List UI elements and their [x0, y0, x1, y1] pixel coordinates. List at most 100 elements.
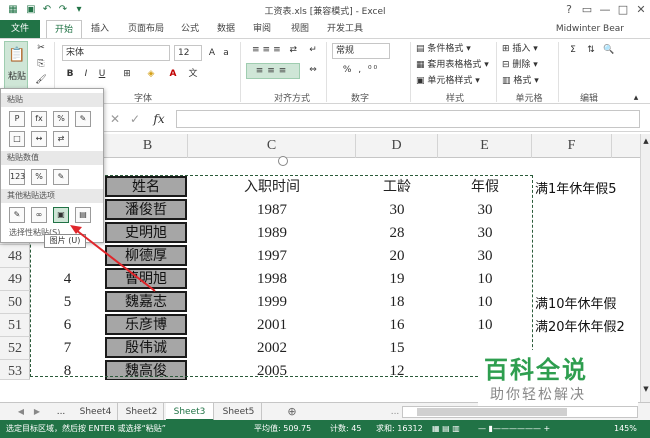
- minimize-button[interactable]: —: [596, 2, 614, 17]
- insert-cells-button[interactable]: ⊞ 插入 ▾: [502, 42, 538, 56]
- scroll-up-icon[interactable]: ▲: [641, 134, 650, 148]
- italic-icon[interactable]: I: [80, 67, 92, 81]
- insert-function-icon[interactable]: fx: [150, 112, 168, 126]
- tab-file[interactable]: 文件: [0, 20, 40, 38]
- paste-no-borders-icon[interactable]: □: [9, 131, 25, 147]
- row-header[interactable]: 53: [0, 360, 30, 380]
- collapse-ribbon-icon[interactable]: ▴: [630, 91, 642, 105]
- user-name[interactable]: Midwinter Bear: [556, 24, 624, 34]
- row-header[interactable]: 51: [0, 314, 30, 337]
- sum-icon[interactable]: Σ: [566, 43, 580, 57]
- note-cell[interactable]: 满10年休年假: [535, 293, 617, 312]
- sheet-tab-sheet3[interactable]: Sheet3: [166, 403, 214, 421]
- row-header[interactable]: 49: [0, 268, 30, 291]
- column-header-e[interactable]: E: [438, 134, 532, 158]
- column-header-f[interactable]: F: [532, 134, 612, 158]
- paste-picture-icon[interactable]: ▣: [53, 207, 69, 223]
- number-format-icons[interactable]: % , ⁰⁰: [334, 63, 388, 77]
- row-header[interactable]: 48: [0, 245, 30, 268]
- sheet-tab-sheet2[interactable]: Sheet2: [120, 403, 164, 421]
- border-icon[interactable]: ⊞: [120, 67, 134, 81]
- scroll-thumb[interactable]: [417, 408, 567, 416]
- increase-font-icon[interactable]: A: [206, 46, 218, 60]
- formula-input[interactable]: [176, 110, 640, 128]
- view-buttons[interactable]: ▦ ▤ ▥: [432, 420, 460, 438]
- close-button[interactable]: ✕: [632, 2, 650, 17]
- zoom-level[interactable]: 145%: [614, 420, 637, 438]
- paste-values-format-icon[interactable]: %: [31, 169, 47, 185]
- paste-link-icon[interactable]: ∞: [31, 207, 47, 223]
- vertical-scrollbar[interactable]: ▲ ▼: [640, 134, 650, 402]
- font-size-select[interactable]: 12: [174, 45, 202, 61]
- picture-tooltip: 图片 (U): [44, 234, 86, 248]
- paste-values-icon[interactable]: 123: [9, 169, 25, 185]
- paste-formulas-icon[interactable]: fx: [31, 111, 47, 127]
- column-header-c[interactable]: C: [188, 134, 356, 158]
- more-sheets-left[interactable]: ...: [54, 405, 68, 419]
- note-cell[interactable]: 满1年休年假5: [535, 178, 617, 197]
- editing-group-label: 编辑: [579, 94, 598, 104]
- font-name-select[interactable]: 宋体: [62, 45, 170, 61]
- cell-styles-button[interactable]: ▣ 单元格样式 ▾: [416, 74, 480, 88]
- next-sheet-icon[interactable]: ▶: [32, 405, 42, 419]
- row-header[interactable]: 52: [0, 337, 30, 360]
- phonetic-icon[interactable]: 文: [186, 67, 200, 81]
- decrease-font-icon[interactable]: a: [220, 46, 232, 60]
- more-sheets-right[interactable]: ...: [388, 405, 402, 419]
- scroll-down-icon[interactable]: ▼: [641, 382, 650, 396]
- paste-keep-source-icon[interactable]: ✎: [75, 111, 91, 127]
- sheet-tab-sheet4[interactable]: Sheet4: [74, 403, 118, 421]
- paste-transpose-icon[interactable]: ⇄: [53, 131, 69, 147]
- rotate-handle[interactable]: [278, 156, 288, 166]
- tab-data[interactable]: 数据: [210, 20, 242, 38]
- paste-icon[interactable]: P: [9, 111, 25, 127]
- paste-formula-format-icon[interactable]: %: [53, 111, 69, 127]
- copy-icon[interactable]: ⎘: [34, 57, 48, 71]
- column-header-b[interactable]: B: [108, 134, 188, 158]
- note-cell[interactable]: 满20年休年假2: [535, 316, 625, 335]
- align-top-icons[interactable]: ≡≡≡ ⇄: [246, 43, 306, 57]
- format-as-table-button[interactable]: ▦ 套用表格格式 ▾: [416, 58, 489, 72]
- column-header-d[interactable]: D: [356, 134, 438, 158]
- font-color-icon[interactable]: A: [166, 67, 180, 81]
- cancel-icon[interactable]: ✕: [108, 112, 122, 126]
- delete-cells-button[interactable]: ⊟ 删除 ▾: [502, 58, 538, 72]
- horizontal-scrollbar[interactable]: [402, 406, 638, 418]
- tab-developer[interactable]: 开发工具: [324, 20, 366, 38]
- add-sheet-icon[interactable]: ⊕: [284, 405, 300, 419]
- paste-values-source-icon[interactable]: ✎: [53, 169, 69, 185]
- tab-home[interactable]: 开始: [46, 20, 82, 38]
- row-header[interactable]: 50: [0, 291, 30, 314]
- paste-formatting-icon[interactable]: ✎: [9, 207, 25, 223]
- help-button[interactable]: ?: [560, 2, 578, 17]
- prev-sheet-icon[interactable]: ◀: [16, 405, 26, 419]
- find-icon[interactable]: 🔍: [602, 43, 616, 57]
- tab-formulas[interactable]: 公式: [176, 20, 204, 38]
- tab-review[interactable]: 审阅: [246, 20, 278, 38]
- tab-page-layout[interactable]: 页面布局: [120, 20, 172, 38]
- restore-ribbon-button[interactable]: ▭: [578, 2, 596, 17]
- align-buttons[interactable]: ≡≡≡: [246, 63, 300, 79]
- fill-color-icon[interactable]: ◈: [144, 67, 158, 81]
- tab-view[interactable]: 视图: [284, 20, 316, 38]
- format-painter-icon[interactable]: 🖌: [34, 73, 48, 87]
- merge-icon[interactable]: ⇔: [306, 63, 320, 77]
- underline-icon[interactable]: U: [96, 67, 108, 81]
- paste-values-header: 粘贴数值: [1, 151, 103, 165]
- status-sum: 求和: 16312: [376, 424, 423, 433]
- wrap-text-icon[interactable]: ↵: [306, 43, 320, 57]
- paste-button[interactable]: 📋 粘贴: [4, 41, 28, 89]
- number-format-select[interactable]: 常规: [332, 43, 390, 59]
- sort-filter-icon[interactable]: ⇅: [584, 43, 598, 57]
- tab-insert[interactable]: 插入: [84, 20, 116, 38]
- zoom-slider[interactable]: — ▮—————— +: [478, 420, 550, 438]
- bold-icon[interactable]: B: [64, 67, 76, 81]
- maximize-button[interactable]: □: [614, 2, 632, 17]
- paste-linked-picture-icon[interactable]: ▤: [75, 207, 91, 223]
- sheet-tab-sheet5[interactable]: Sheet5: [216, 403, 262, 421]
- cut-icon[interactable]: ✂: [34, 41, 48, 55]
- format-cells-button[interactable]: ▥ 格式 ▾: [502, 74, 539, 88]
- conditional-format-button[interactable]: ▤ 条件格式 ▾: [416, 42, 471, 56]
- paste-keep-width-icon[interactable]: ↔: [31, 131, 47, 147]
- enter-icon[interactable]: ✓: [128, 112, 142, 126]
